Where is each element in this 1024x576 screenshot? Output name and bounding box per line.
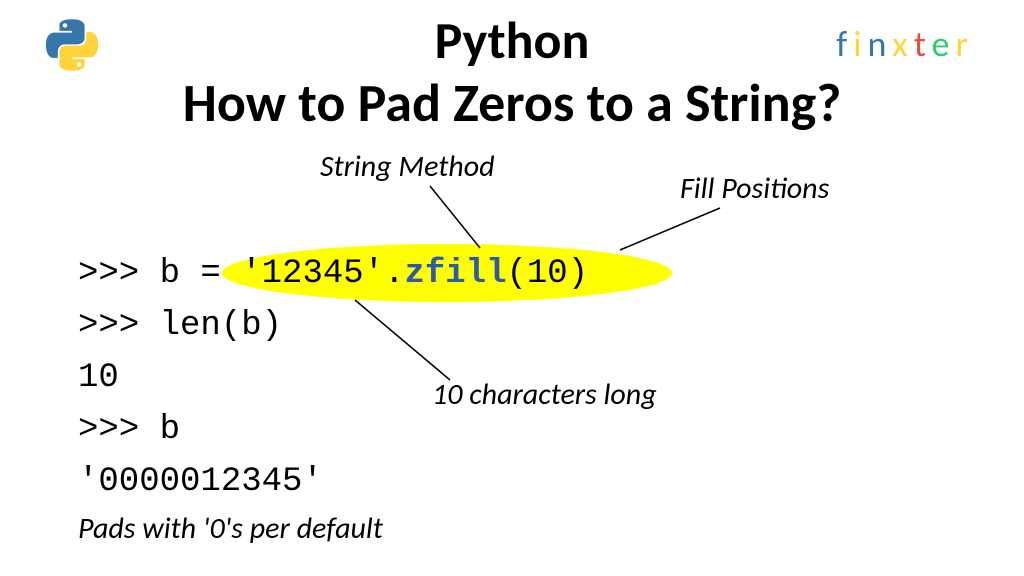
code-line-3: 10 (78, 352, 588, 404)
code-dot: . (384, 255, 404, 293)
page-title-line2: How to Pad Zeros to a String? (0, 70, 1024, 136)
code-line-5: '0000012345' (78, 456, 588, 508)
code-block: >>> b = '12345'.zfill(10) >>> len(b) 10 … (78, 248, 588, 508)
code-line-1: >>> b = '12345'.zfill(10) (78, 248, 588, 300)
code-string-literal: '12345' (241, 255, 384, 293)
code-line-4: >>> b (78, 404, 588, 456)
code-args: (10) (507, 255, 589, 293)
annotation-fill-positions: Fill Positions (680, 170, 829, 207)
annotation-string-method: String Method (320, 148, 495, 185)
code-prompt-assign: >>> b = (78, 255, 241, 293)
code-method-zfill: zfill (404, 255, 506, 293)
connector-line (620, 208, 720, 250)
connector-line (430, 186, 480, 248)
annotation-pads-default: Pads with '0's per default (78, 510, 383, 547)
page-title-line1: Python (0, 8, 1024, 72)
code-line-2: >>> len(b) (78, 300, 588, 352)
